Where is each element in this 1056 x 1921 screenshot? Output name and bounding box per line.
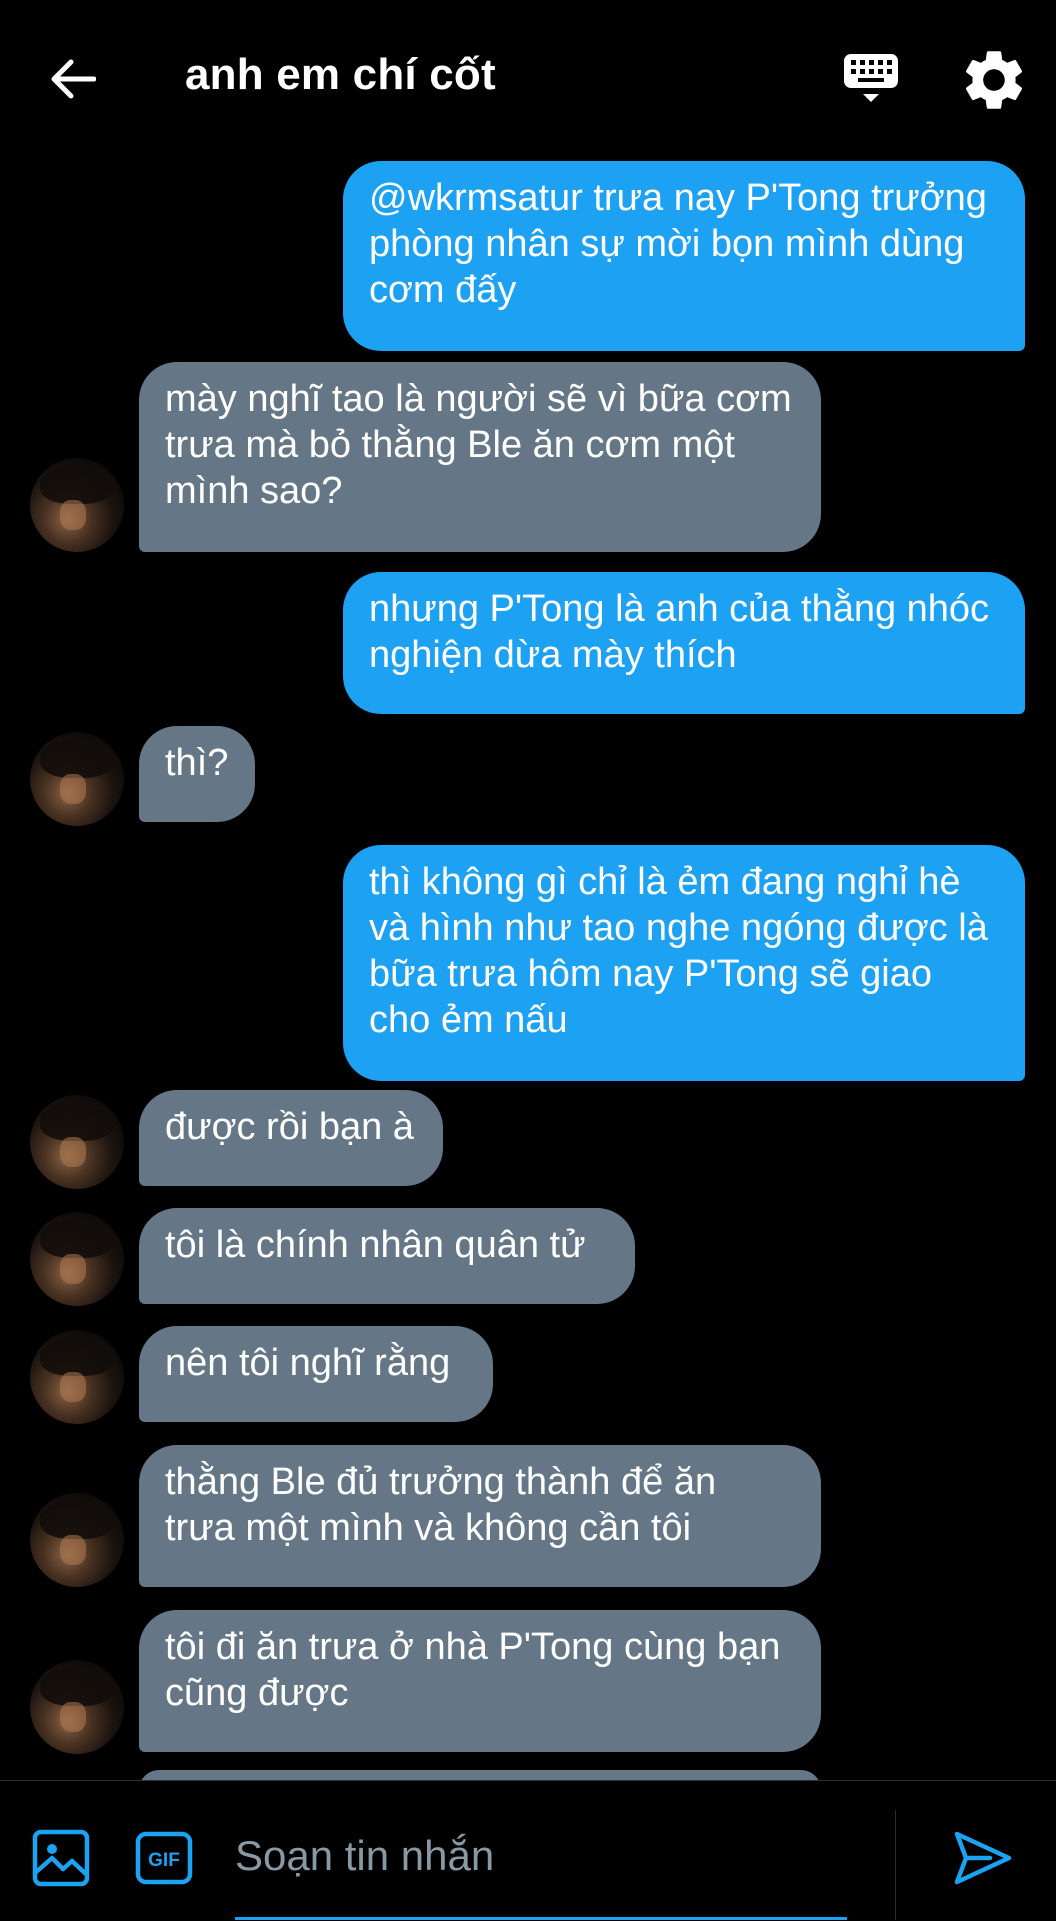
settings-button[interactable] xyxy=(958,44,1030,116)
message-list[interactable]: @wkrmsatur trưa nay P'Tong trưởng phòng … xyxy=(0,150,1056,1780)
message-composer: GIF xyxy=(0,1780,1056,1921)
incoming-message[interactable]: tôi là chính nhân quân tử xyxy=(139,1208,635,1304)
incoming-message[interactable]: nên tôi nghĩ rằng xyxy=(139,1326,493,1422)
add-gif-button[interactable]: GIF xyxy=(135,1831,193,1885)
incoming-message[interactable]: mày nghĩ tao là người sẽ vì bữa cơm trưa… xyxy=(139,362,821,552)
avatar[interactable] xyxy=(30,1330,124,1424)
image-icon xyxy=(32,1829,90,1887)
incoming-message[interactable]: thì? xyxy=(139,726,255,822)
add-image-button[interactable] xyxy=(32,1829,90,1887)
keyboard-button[interactable] xyxy=(836,48,906,114)
incoming-message[interactable]: được rồi bạn à xyxy=(139,1090,443,1186)
chat-header: anh em chí cốt xyxy=(0,0,1056,150)
send-icon xyxy=(954,1831,1012,1885)
send-button[interactable] xyxy=(952,1828,1014,1888)
incoming-message[interactable]: tôi đi ăn trưa ở nhà P'Tong cùng bạn cũn… xyxy=(139,1610,821,1752)
avatar[interactable] xyxy=(30,732,124,826)
outgoing-message[interactable]: thì không gì chỉ là ẻm đang nghỉ hè và h… xyxy=(343,845,1025,1081)
composer-divider xyxy=(895,1810,896,1920)
keyboard-icon xyxy=(844,54,898,102)
gear-icon xyxy=(965,51,1023,109)
avatar[interactable] xyxy=(30,458,124,552)
gif-label: GIF xyxy=(148,1850,180,1871)
gif-icon: GIF xyxy=(135,1831,193,1885)
back-button[interactable] xyxy=(38,46,108,112)
incoming-message[interactable]: thằng Ble đủ trưởng thành để ăn trưa một… xyxy=(139,1445,821,1587)
back-arrow-icon xyxy=(51,59,96,99)
avatar[interactable] xyxy=(30,1660,124,1754)
message-input[interactable] xyxy=(235,1811,845,1901)
avatar[interactable] xyxy=(30,1095,124,1189)
avatar[interactable] xyxy=(30,1212,124,1306)
avatar[interactable] xyxy=(30,1493,124,1587)
outgoing-message[interactable]: nhưng P'Tong là anh của thằng nhóc nghiệ… xyxy=(343,572,1025,714)
incoming-message-partial xyxy=(139,1770,821,1780)
conversation-title[interactable]: anh em chí cốt xyxy=(185,50,496,100)
outgoing-message[interactable]: @wkrmsatur trưa nay P'Tong trưởng phòng … xyxy=(343,161,1025,351)
